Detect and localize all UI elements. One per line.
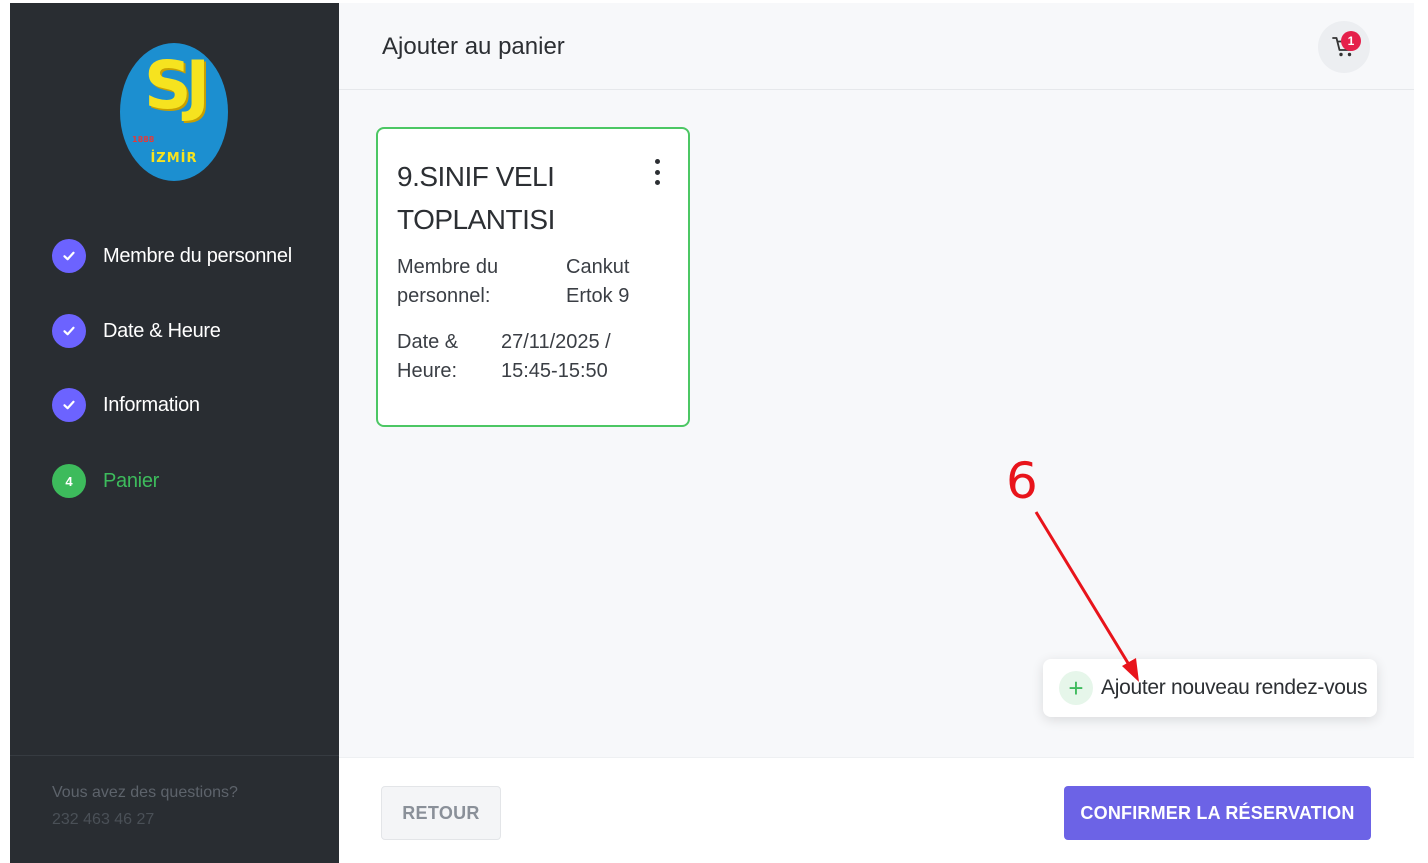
check-icon	[52, 388, 86, 422]
more-vertical-icon[interactable]	[650, 159, 664, 185]
datetime-value-line: 27/11/2025 /	[501, 331, 611, 353]
sidebar: SJ 1888 İZMİR Membre du personnel Date &…	[10, 3, 339, 863]
school-logo: SJ 1888 İZMİR	[120, 43, 228, 181]
annotation-number: 6	[1006, 452, 1038, 510]
cart-count-badge: 1	[1341, 31, 1361, 51]
staff-label: Membre du personnel:	[397, 253, 498, 311]
check-icon	[52, 314, 86, 348]
datetime-value-line: 15:45-15:50	[501, 360, 608, 382]
back-button[interactable]: RETOUR	[381, 786, 501, 840]
logo-year: 1888	[132, 135, 155, 144]
page-edge	[1414, 0, 1428, 863]
add-appointment-label: Ajouter nouveau rendez-vous	[1101, 676, 1368, 699]
logo-city: İZMİR	[150, 151, 198, 166]
help-phone[interactable]: 232 463 46 27	[52, 811, 154, 829]
step-number: 4	[52, 464, 86, 498]
staff-value-line: Cankut	[566, 256, 630, 278]
datetime-label-line: Date &	[397, 331, 459, 353]
step-cart[interactable]: 4 Panier	[52, 464, 332, 498]
page-title: Ajouter au panier	[382, 33, 565, 60]
staff-label-line: personnel:	[397, 285, 491, 307]
step-label: Information	[103, 393, 200, 416]
datetime-value: 27/11/2025 / 15:45-15:50	[501, 328, 611, 386]
step-label: Date & Heure	[103, 319, 221, 342]
check-icon	[52, 239, 86, 273]
confirm-booking-button[interactable]: CONFIRMER LA RÉSERVATION	[1064, 786, 1371, 840]
step-information[interactable]: Information	[52, 388, 332, 422]
step-label: Membre du personnel	[103, 244, 292, 267]
datetime-label: Date & Heure:	[397, 328, 458, 386]
staff-value: Cankut Ertok 9	[566, 253, 629, 311]
plus-icon: +	[1059, 671, 1093, 705]
add-appointment-button[interactable]: + Ajouter nouveau rendez-vous	[1043, 659, 1377, 717]
step-staff[interactable]: Membre du personnel	[52, 239, 332, 273]
cart-item-card: 9.SINIF VELI TOPLANTISI Membre du person…	[376, 127, 690, 427]
staff-label-line: Membre du	[397, 256, 499, 278]
staff-value-line: Ertok 9	[566, 285, 630, 307]
help-section: Vous avez des questions? 232 463 46 27	[10, 755, 339, 863]
step-label: Panier	[103, 469, 160, 492]
help-title: Vous avez des questions?	[52, 784, 238, 801]
header: Ajouter au panier 1	[339, 3, 1414, 90]
datetime-label-line: Heure:	[397, 360, 458, 382]
cart-content: 9.SINIF VELI TOPLANTISI Membre du person…	[339, 90, 1414, 757]
step-date-time[interactable]: Date & Heure	[52, 314, 332, 348]
logo-letters: SJ	[143, 47, 210, 124]
footer: RETOUR CONFIRMER LA RÉSERVATION	[339, 757, 1414, 863]
appointment-title: 9.SINIF VELI TOPLANTISI	[397, 161, 555, 235]
